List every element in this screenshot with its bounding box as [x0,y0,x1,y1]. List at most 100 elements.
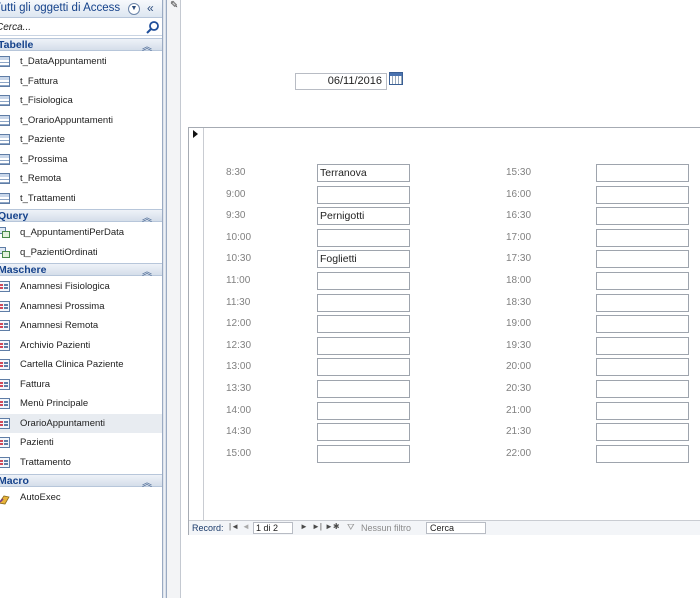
appointment-slot-input[interactable] [596,164,689,182]
form-item[interactable]: Trattamento [0,453,162,472]
appointment-slot-input[interactable] [317,401,410,420]
time-label: 18:00 [506,275,532,286]
appointment-slot-input[interactable] [317,423,410,442]
appointment-slot-input[interactable] [317,272,410,290]
form-label: Archivio Pazienti [20,339,91,351]
time-label: 16:00 [506,188,532,200]
new-record-button[interactable]: ►✱ [325,522,340,531]
appointment-slot-input[interactable] [596,336,689,355]
chevron-up-icon[interactable]: ︽ [142,38,152,53]
table-label: t_Trattamenti [20,192,76,204]
group-title-macros: Macro [0,475,29,487]
table-icon [0,75,10,87]
group-header-macros[interactable]: Macro ︽ [0,474,162,489]
form-item[interactable]: Cartella Clinica Paziente [0,355,162,374]
time-label: 22:00 [506,447,532,459]
form-item[interactable]: Anamnesi Prossima [0,297,162,316]
filter-funnel-icon[interactable]: ⛛ [347,522,355,533]
form-item[interactable]: Fattura [0,375,162,394]
appointment-slot-input[interactable] [596,228,689,247]
record-selector[interactable] [189,128,204,520]
previous-record-button[interactable]: ◄ [242,522,250,531]
appointment-slot-input[interactable] [596,315,689,334]
record-position-input[interactable]: 1 di 2 [253,522,293,534]
appointment-slot-input[interactable] [596,423,689,442]
time-label: 11:00 [226,275,251,286]
search-input[interactable] [0,20,144,34]
date-field[interactable]: 06/11/2016 [295,73,387,90]
form-item[interactable]: Anamnesi Remota [0,316,162,335]
query-item[interactable]: q_PazientiOrdinati [0,243,162,262]
appointment-slot-input[interactable] [596,272,689,290]
form-label: Menù Principale [20,398,89,409]
table-item[interactable]: t_Remota [0,169,162,188]
nav-pane-header[interactable]: Tutti gli oggetti di Access ▼ « [0,0,162,18]
form-item[interactable]: Archivio Pazienti [0,336,162,355]
table-icon [0,134,10,145]
appointment-slot-input[interactable] [596,444,689,463]
form-item[interactable]: Pazienti [0,433,162,452]
table-label: t_Remota [20,173,62,184]
appointment-slot-input[interactable] [317,315,410,334]
appointment-slot-input[interactable] [317,444,410,463]
last-record-button[interactable]: ►| [312,522,322,531]
filter-status-button[interactable]: Nessun filtro [361,523,411,533]
collapse-pane-icon[interactable]: « [147,1,154,15]
query-item[interactable]: q_AppuntamentiPerData [0,223,162,242]
appointment-slot-input[interactable] [317,336,410,355]
table-item[interactable]: t_OrarioAppuntamenti [0,111,162,130]
appointment-slot-input[interactable] [596,358,689,377]
appointment-slot-input[interactable] [317,228,410,247]
time-label: 21:30 [506,426,532,438]
time-label: 21:00 [506,404,532,416]
chevron-up-icon[interactable]: ︽ [142,474,152,489]
appointment-slot-input[interactable] [596,293,689,312]
first-record-button[interactable]: |◄ [229,522,239,531]
table-item[interactable]: t_Trattamenti [0,189,162,208]
group-header-tables[interactable]: Tabelle ︽ [0,38,162,53]
time-label: 8:30 [226,167,246,178]
search-icon[interactable] [145,20,161,35]
form-icon [0,398,10,409]
form-label: Trattamento [20,456,71,468]
appointment-slot-input[interactable] [596,207,689,226]
group-header-queries[interactable]: Query ︽ [0,209,162,224]
group-header-forms[interactable]: Maschere ︽ [0,263,162,278]
appointments-subform: 8:30 Terranova 9:00 9:30 Pernigotti 10:00 10:3… [188,127,700,535]
appointment-slot-input[interactable]: Pernigotti [317,207,410,226]
chevron-up-icon[interactable]: ︽ [142,263,152,278]
appointment-slot-input[interactable] [596,401,689,420]
appointment-slot-input[interactable] [317,293,410,312]
appointment-slot-input[interactable] [317,185,410,204]
appointment-slot-input[interactable] [317,380,410,398]
form-item[interactable]: Anamnesi Fisiologica [0,277,162,296]
appointment-slot-input[interactable] [596,380,689,398]
form-icon [0,437,10,448]
nav-pane-title[interactable]: Tutti gli oggetti di Access [0,2,120,14]
chevron-down-icon[interactable]: ▼ [128,3,140,15]
table-item[interactable]: t_Fattura [0,72,162,91]
chevron-up-icon[interactable]: ︽ [142,209,152,224]
appointment-slot-input[interactable]: Foglietti [317,250,410,269]
calendar-icon[interactable] [389,72,403,85]
table-item[interactable]: t_Prossima [0,150,162,169]
macro-label: AutoExec [20,492,61,503]
macro-item[interactable]: AutoExec [0,488,162,507]
query-icon [0,246,10,258]
record-search-input[interactable]: Cerca [426,522,486,534]
record-navigation-bar: Record: |◄ ◄ 1 di 2 ► ►| ►✱ ⛛ Nessun fil… [189,520,700,535]
form-item[interactable]: Menù Principale [0,394,162,413]
table-item[interactable]: t_Fisiologica [0,91,162,110]
navigation-pane: Tutti gli oggetti di Access ▼ « Tabelle … [0,0,162,598]
time-label: 20:30 [506,383,532,394]
query-label: q_AppuntamentiPerData [20,227,125,238]
group-title-forms: Maschere [0,264,47,276]
table-item[interactable]: t_Paziente [0,130,162,149]
appointment-slot-input[interactable] [317,358,410,377]
appointment-slot-input[interactable] [596,250,689,269]
appointment-slot-input[interactable] [596,185,689,204]
next-record-button[interactable]: ► [300,522,308,531]
table-item[interactable]: t_DataAppuntamenti [0,52,162,71]
form-item[interactable]: OrarioAppuntamenti [0,413,162,433]
appointment-slot-input[interactable]: Terranova [317,164,410,182]
